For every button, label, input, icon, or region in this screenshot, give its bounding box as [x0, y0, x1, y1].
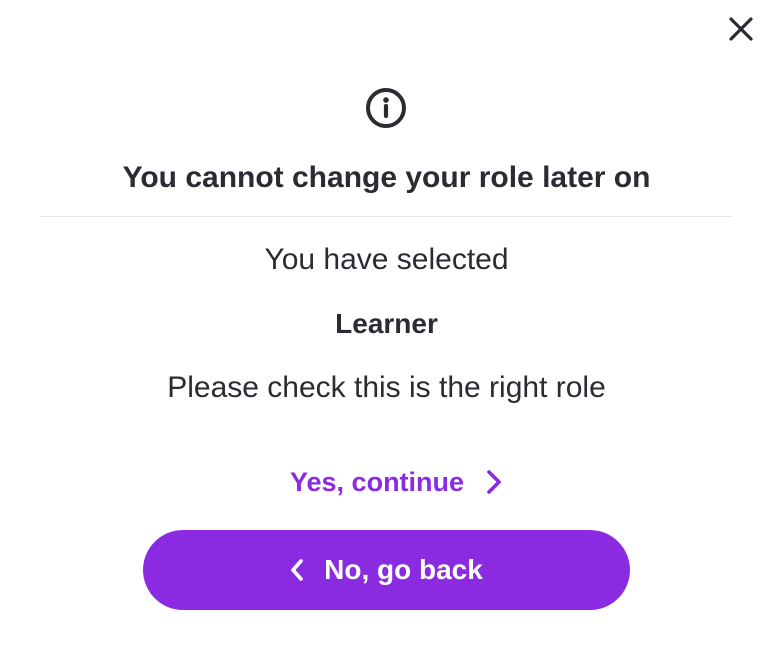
role-confirmation-dialog: You cannot change your role later on You… [0, 0, 773, 650]
check-role-text: Please check this is the right role [167, 371, 606, 404]
chevron-left-icon [290, 558, 304, 582]
no-go-back-label: No, go back [324, 554, 483, 585]
yes-continue-label: Yes, continue [290, 466, 465, 497]
yes-continue-link[interactable]: Yes, continue [290, 460, 502, 504]
close-button[interactable] [724, 12, 758, 46]
chevron-right-icon [486, 469, 502, 495]
no-go-back-button[interactable]: No, go back [143, 530, 630, 610]
selected-label: You have selected [264, 243, 509, 276]
divider [40, 216, 733, 217]
info-icon [363, 85, 409, 131]
selected-role-name: Learner [335, 308, 438, 339]
dialog-title: You cannot change your role later on [122, 161, 651, 194]
close-icon [727, 15, 755, 43]
